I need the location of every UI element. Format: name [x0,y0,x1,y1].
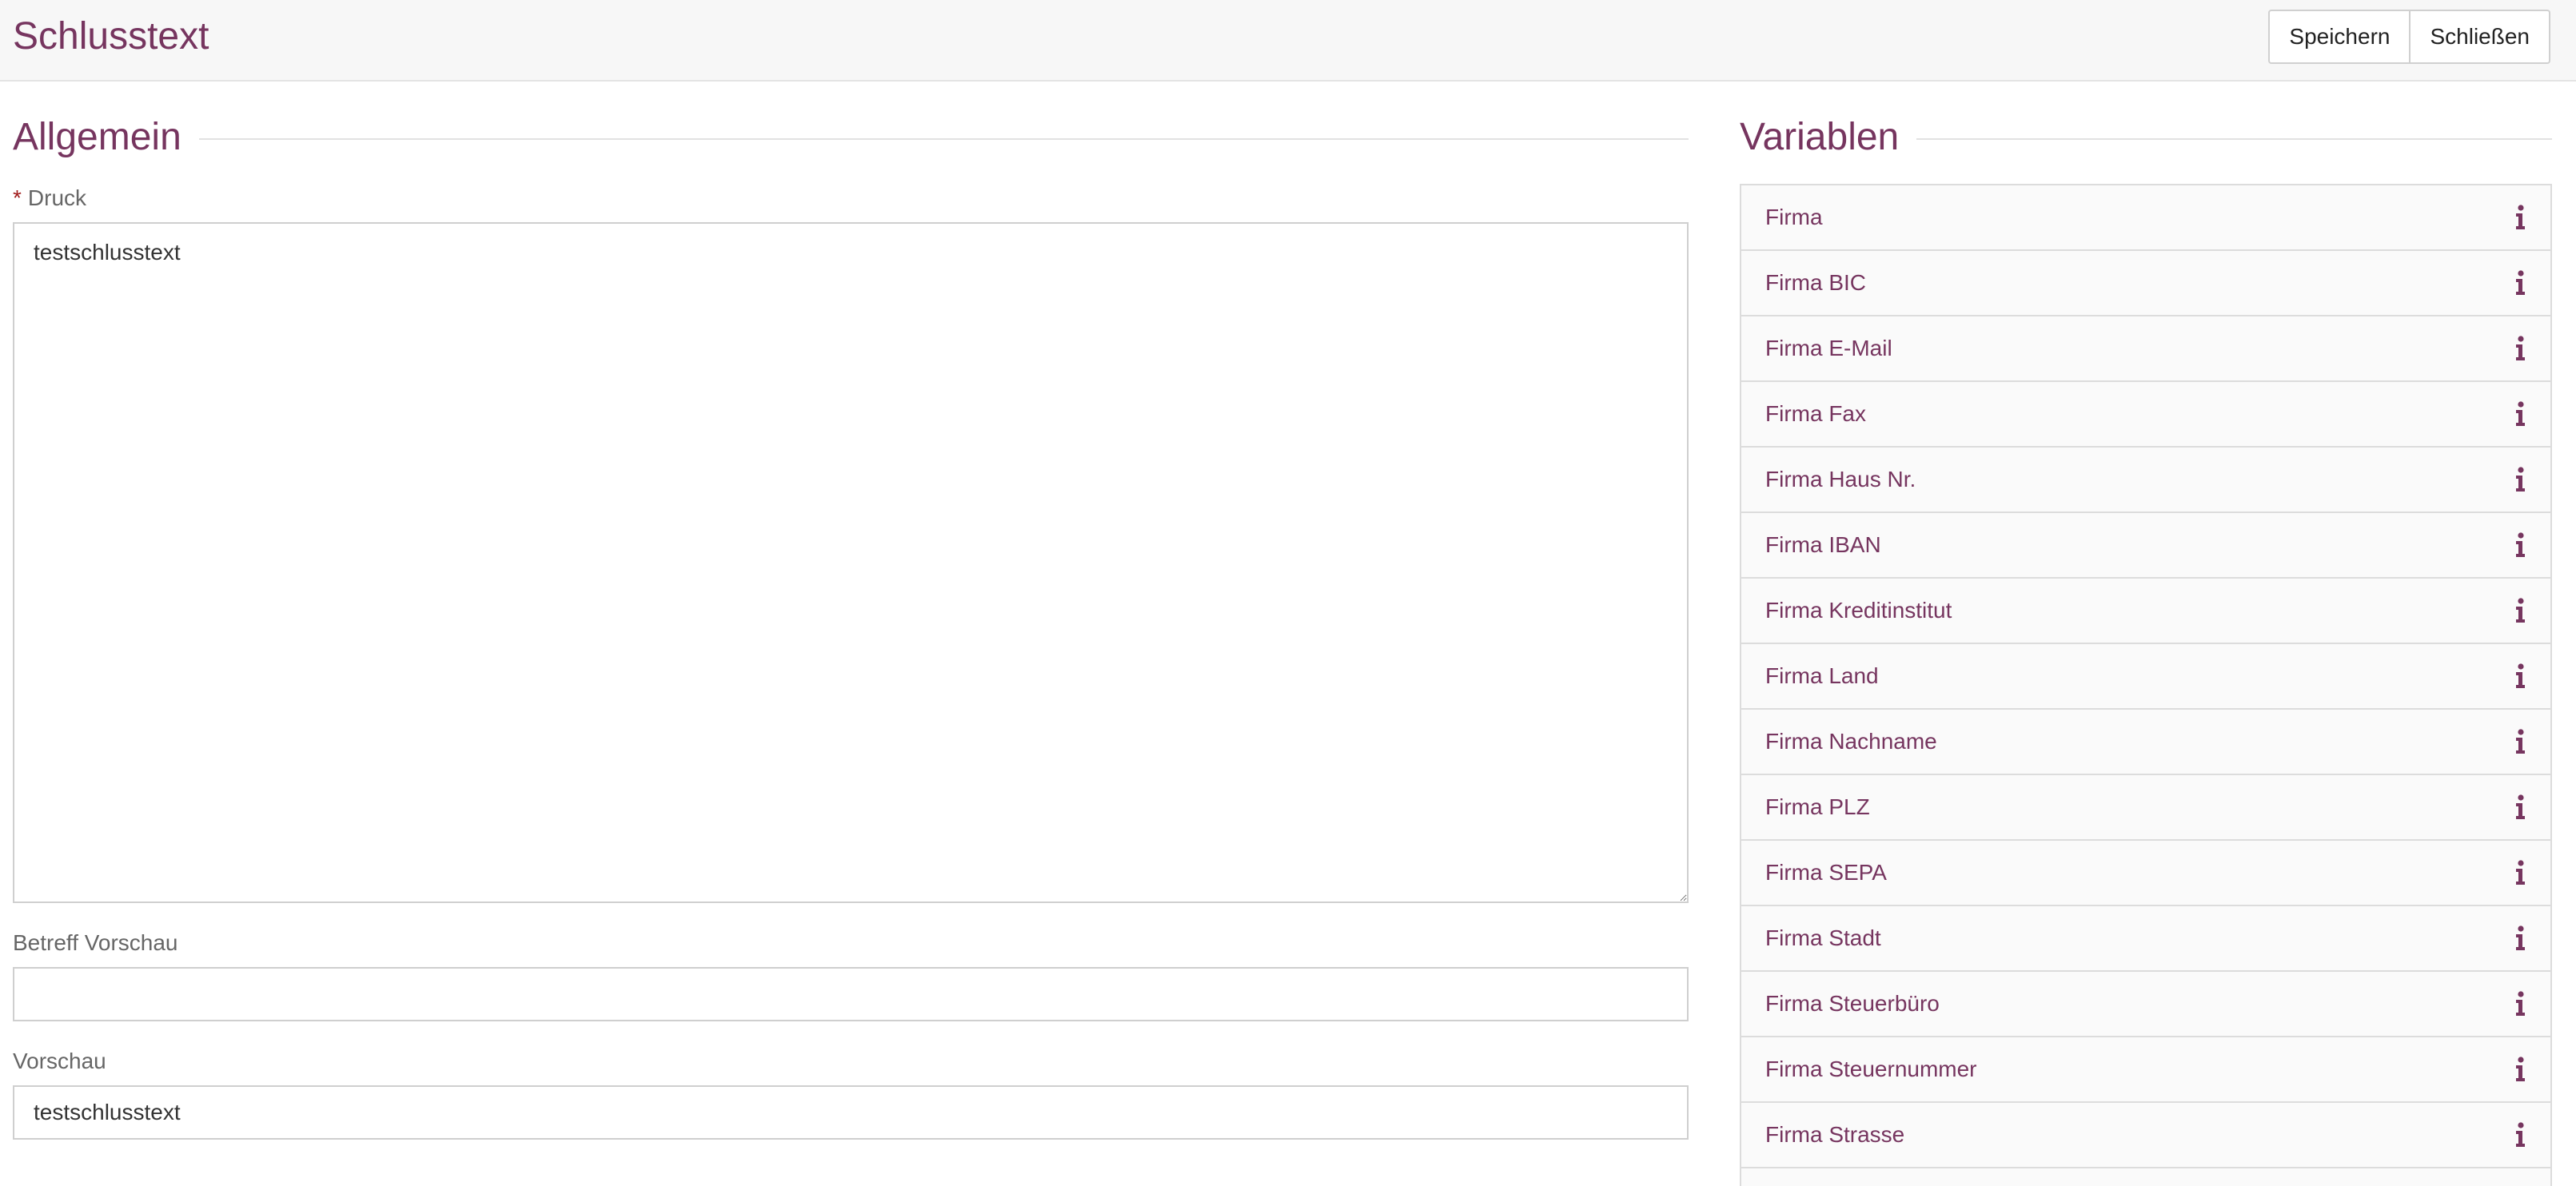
info-icon[interactable] [2515,532,2526,558]
info-icon[interactable] [2515,729,2526,754]
variable-label: Firma Strasse [1765,1122,1905,1147]
info-icon[interactable] [2515,925,2526,951]
info-icon[interactable] [2515,401,2526,427]
page-title: Schlusstext [13,15,209,58]
info-icon[interactable] [2515,860,2526,886]
header-button-group: Speichern Schließen [2268,10,2550,64]
druck-label: * Druck [13,184,86,213]
required-marker: * [13,185,22,210]
variable-label: Firma Nachname [1765,729,1937,754]
druck-label-text: Druck [27,185,87,210]
variable-list-item[interactable]: Firma IBAN [1741,513,2550,579]
info-icon[interactable] [2515,794,2526,820]
variable-list-item[interactable]: Firma Stadt [1741,906,2550,972]
variable-list-item[interactable]: Firma Haus Nr. [1741,448,2550,513]
variables-heading-divider [1916,138,2552,140]
vorschau-input[interactable] [13,1085,1689,1140]
variable-list-item[interactable]: Firma SEPA [1741,841,2550,906]
variables-section-heading: Variablen [1740,113,2552,161]
betreff-vorschau-input[interactable] [13,967,1689,1021]
variable-label: Firma Haus Nr. [1765,467,1916,492]
variable-list-item[interactable]: Firma Land [1741,644,2550,710]
variable-label: Firma E-Mail [1765,336,1892,360]
info-icon[interactable] [2515,663,2526,689]
variable-label: Firma Stadt [1765,925,1881,950]
info-icon[interactable] [2515,598,2526,623]
variable-label: Firma BIC [1765,270,1866,295]
vorschau-label: Vorschau [13,1049,106,1073]
variable-list-item[interactable]: Firma [1741,185,2550,251]
variable-label: Firma Kreditinstitut [1765,598,1952,623]
info-icon[interactable] [2515,467,2526,492]
general-heading-divider [198,138,1689,140]
info-icon[interactable] [2515,205,2526,230]
variable-list-item[interactable]: Firma E-Mail [1741,316,2550,382]
info-icon[interactable] [2515,270,2526,296]
variable-list-item[interactable] [1741,1168,2550,1186]
variable-list-item[interactable]: Firma Kreditinstitut [1741,579,2550,644]
variables-heading-text: Variablen [1740,116,1900,158]
betreff-vorschau-label: Betreff Vorschau [13,930,178,955]
info-icon[interactable] [2515,1122,2526,1148]
general-section-heading: Allgemein [13,113,1689,161]
variables-list[interactable]: Firma Firma BIC Firma E-Mail Firma Fax Firma… [1740,184,2552,1186]
variable-label: Firma Fax [1765,401,1866,426]
variable-list-item[interactable]: Firma Strasse [1741,1103,2550,1168]
variable-list-item[interactable]: Firma BIC [1741,251,2550,316]
variable-list-item[interactable]: Firma Steuernummer [1741,1037,2550,1103]
druck-textarea[interactable] [13,222,1689,903]
variable-list-item[interactable]: Firma Fax [1741,382,2550,448]
info-icon[interactable] [2515,991,2526,1017]
close-button[interactable]: Schließen [2411,10,2550,64]
variable-list-item[interactable]: Firma Nachname [1741,710,2550,775]
variable-label: Firma SEPA [1765,860,1887,885]
info-icon[interactable] [2515,1057,2526,1082]
variable-label: Firma Steuernummer [1765,1057,1977,1081]
variable-list-item[interactable]: Firma PLZ [1741,775,2550,841]
variable-label: Firma IBAN [1765,532,1881,557]
variable-label: Firma PLZ [1765,794,1870,819]
page-header: Schlusstext Speichern Schließen [0,0,2576,82]
info-icon[interactable] [2515,336,2526,361]
save-button[interactable]: Speichern [2268,10,2411,64]
variable-label: Firma [1765,205,1823,229]
variable-label: Firma Land [1765,663,1879,688]
variable-label: Firma Steuerbüro [1765,991,1940,1016]
variable-list-item[interactable]: Firma Steuerbüro [1741,972,2550,1037]
general-heading-text: Allgemein [13,116,181,158]
